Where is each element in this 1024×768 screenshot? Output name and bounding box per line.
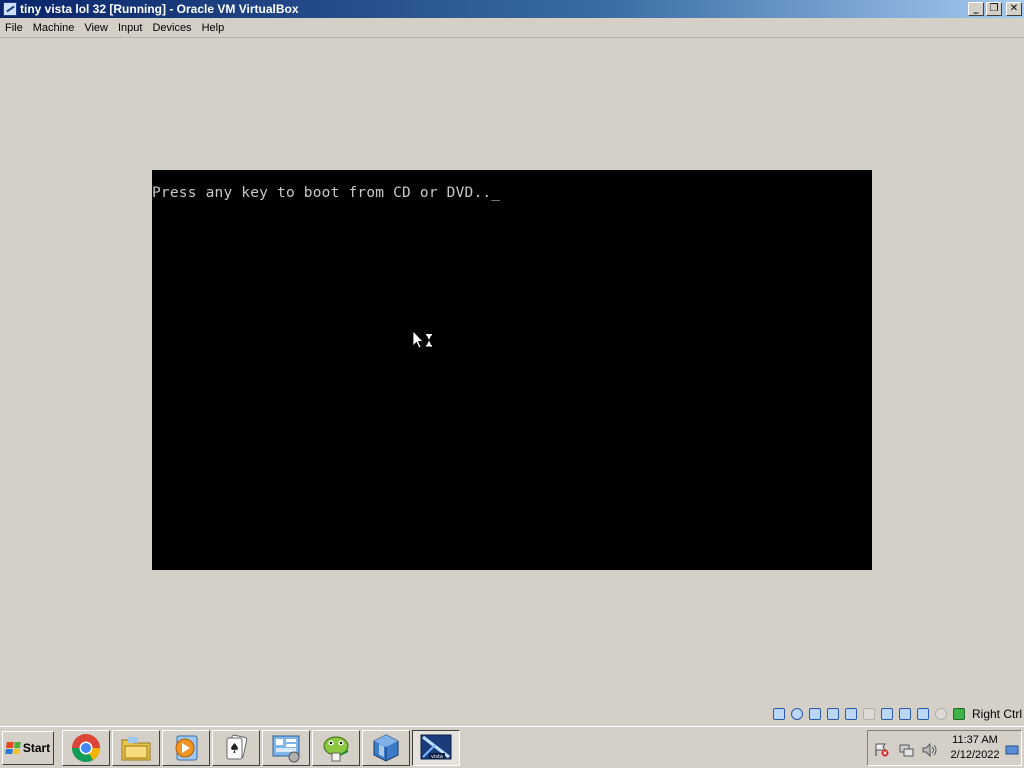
taskbar-media-player[interactable] (162, 730, 210, 766)
menu-help[interactable]: Help (197, 22, 230, 34)
chrome-icon (72, 734, 100, 762)
menu-input[interactable]: Input (113, 22, 147, 34)
taskbar-file-explorer[interactable] (112, 730, 160, 766)
system-clock[interactable]: 11:37 AM 2/12/2022 (946, 733, 1004, 763)
system-tray: 11:37 AM 2/12/2022 (867, 730, 1022, 766)
svg-text:vista: vista (431, 754, 443, 760)
audio-icon[interactable] (807, 706, 824, 722)
taskbar: Start vista 11:37 AM 2/12/2022 (0, 726, 1024, 768)
virtualbox-app-icon[interactable] (3, 2, 17, 16)
media-player-icon (175, 735, 198, 761)
start-label: Start (22, 741, 51, 755)
boot-prompt-text: Press any key to boot from CD or DVD.._ (152, 185, 501, 201)
mouse-integration-icon[interactable] (951, 706, 968, 722)
video-capture-icon[interactable] (897, 706, 914, 722)
control-panel-icon (272, 735, 300, 763)
usb-icon[interactable] (843, 706, 860, 722)
hard-disk-icon[interactable] (771, 706, 788, 722)
close-button[interactable]: ✕ (1006, 2, 1022, 16)
clock-date: 2/12/2022 (950, 749, 1000, 761)
window-title: tiny vista lol 32 [Running] - Oracle VM … (20, 2, 299, 16)
menu-file[interactable]: File (0, 22, 28, 34)
network-icon[interactable] (825, 706, 842, 722)
taskbar-vista-vm[interactable]: vista (412, 730, 460, 766)
volume-icon[interactable] (922, 743, 938, 757)
virtualbox-icon (373, 734, 399, 762)
minimize-button[interactable]: _ (968, 2, 984, 16)
menu-machine[interactable]: Machine (28, 22, 80, 34)
action-center-flag-icon[interactable] (874, 743, 890, 757)
taskbar-virtualbox[interactable] (362, 730, 410, 766)
start-button[interactable]: Start (2, 731, 54, 765)
taskbar-chrome[interactable] (62, 730, 110, 766)
taskbar-control-panel[interactable] (262, 730, 310, 766)
menu-view[interactable]: View (79, 22, 113, 34)
window-titlebar[interactable]: tiny vista lol 32 [Running] - Oracle VM … (0, 0, 1024, 18)
host-key-label[interactable]: Right Ctrl (972, 707, 1022, 721)
menu-bar: File Machine View Input Devices Help (0, 18, 1024, 38)
restore-button[interactable]: ❐ (986, 2, 1002, 16)
cpu-icon[interactable] (933, 706, 950, 722)
show-desktop-icon[interactable] (1005, 743, 1019, 757)
optical-drive-icon[interactable] (789, 706, 806, 722)
shared-folders-icon[interactable] (861, 706, 878, 722)
taskbar-notepad-plus-plus[interactable] (312, 730, 360, 766)
virtualization-icon[interactable] (915, 706, 932, 722)
vm-display[interactable]: Press any key to boot from CD or DVD.._ (152, 170, 872, 570)
window-controls: _ ❐ ✕ (968, 2, 1022, 16)
taskbar-solitaire[interactable] (212, 730, 260, 766)
file-explorer-icon (121, 737, 151, 761)
menu-devices[interactable]: Devices (147, 22, 196, 34)
notepad-plus-plus-icon (323, 736, 349, 762)
clock-time: 11:37 AM (952, 734, 998, 746)
busy-cursor-icon (412, 330, 432, 349)
vm-status-bar: Right Ctrl (771, 705, 1022, 723)
windows-flag-icon (4, 742, 21, 754)
vista-vm-icon: vista (420, 734, 452, 760)
display-icon[interactable] (879, 706, 896, 722)
solitaire-icon (226, 734, 248, 760)
network-tray-icon[interactable] (898, 743, 914, 757)
